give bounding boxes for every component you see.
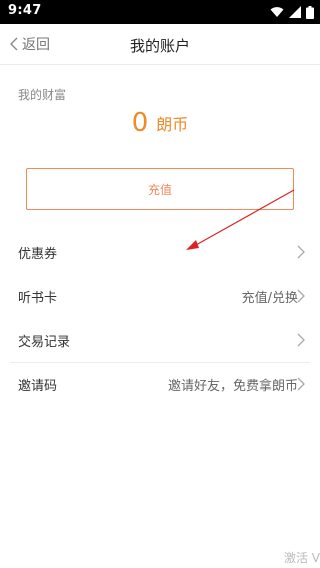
status-time: 9:47 [8,3,42,18]
menu-item-label: 优惠券 [18,246,58,262]
menu-item-label: 听书卡 [18,290,58,306]
battery-icon [306,5,314,19]
menu-item-hint: 邀请好友，免费拿朗币 [167,378,298,394]
menu-item-label: 交易记录 [18,334,71,350]
menu-item-transactions[interactable]: 交易记录 [0,318,320,362]
activation-watermark: 激活 V [283,551,320,565]
chevron-right-icon [297,289,305,303]
wifi-icon [270,7,284,17]
menu-item-coupons[interactable]: 优惠券 [0,230,320,274]
balance-unit: 朗币 [156,115,189,134]
menu-item-hint: 充值/兑换 [241,290,298,306]
chevron-right-icon [297,245,305,259]
wealth-label: 我的财富 [18,88,67,102]
balance-amount: 0 [131,108,149,138]
balance-display: 0 朗币 [0,108,320,138]
status-icons [270,5,314,19]
status-bar: 9:47 [0,0,320,24]
menu-item-label: 邀请码 [18,378,58,394]
chevron-right-icon [297,333,305,347]
recharge-button[interactable]: 充值 [26,168,294,210]
chevron-right-icon [297,377,305,391]
menu-item-listening-card[interactable]: 听书卡 充值/兑换 [0,274,320,318]
signal-icon [289,6,301,18]
page-title: 我的账户 [129,37,190,55]
nav-bar: 返回 我的账户 [0,24,320,65]
menu-item-invite-code[interactable]: 邀请码 邀请好友，免费拿朗币 [0,362,320,406]
